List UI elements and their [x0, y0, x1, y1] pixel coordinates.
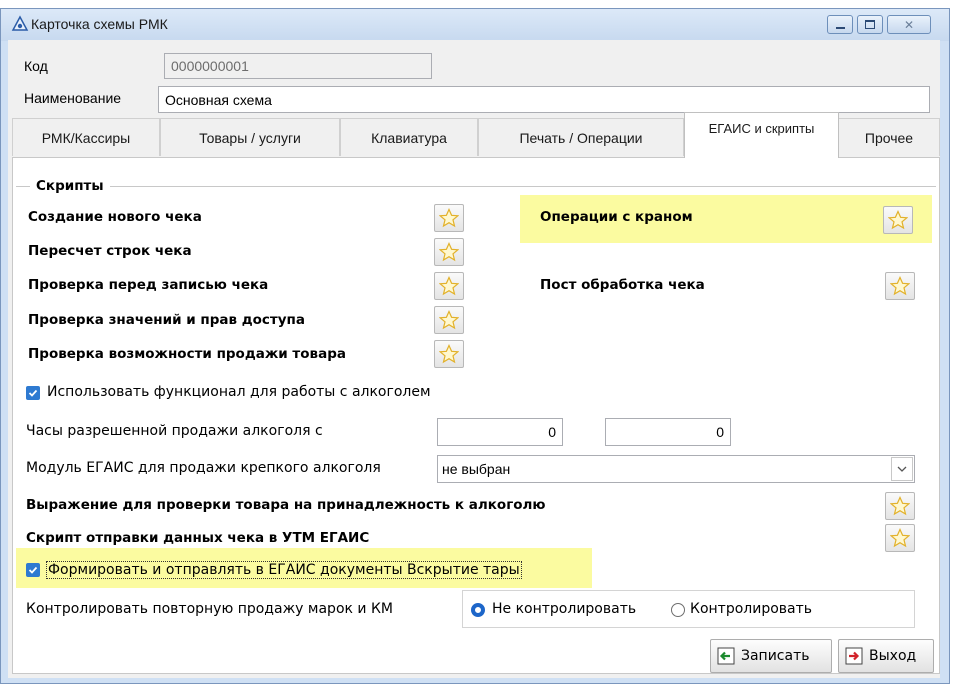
alcohol-hours-from-field[interactable]: 0 [437, 418, 563, 446]
script-crane-operations-button[interactable] [883, 206, 913, 234]
window-title: Карточка схемы РМК [31, 16, 168, 32]
radio-no-control[interactable] [471, 603, 485, 617]
tab-egais-scripts[interactable]: ЕГАИС и скрипты [684, 112, 839, 158]
tab-other[interactable]: Прочее [838, 118, 940, 156]
egais-module-select[interactable]: не выбран [437, 455, 915, 483]
alcohol-expression-label: Выражение для проверки товара на принадл… [26, 497, 546, 513]
use-alcohol-label[interactable]: Использовать функционал для работы с алк… [47, 384, 431, 400]
utm-send-script-button[interactable] [885, 524, 915, 552]
name-label: Наименование [24, 90, 122, 106]
script-new-receipt-label: Создание нового чека [28, 209, 202, 225]
close-icon: ✕ [903, 17, 915, 32]
use-alcohol-checkbox[interactable] [26, 386, 40, 400]
star-icon [890, 496, 910, 516]
script-recalc-rows-label: Пересчет строк чека [28, 243, 192, 259]
name-field[interactable]: Основная схема [158, 86, 930, 113]
tab-print-operations[interactable]: Печать / Операции [478, 118, 684, 156]
chevron-down-icon [897, 466, 907, 472]
script-new-receipt-button[interactable] [434, 204, 464, 232]
radio-control[interactable] [671, 603, 685, 617]
script-check-sale-button[interactable] [434, 340, 464, 368]
save-button-label: Записать [741, 648, 810, 664]
script-check-before-save-button[interactable] [434, 272, 464, 300]
check-icon [28, 566, 38, 574]
utm-send-script-label: Скрипт отправки данных чека в УТМ ЕГАИС [26, 530, 370, 546]
tab-label: Печать / Операции [519, 129, 643, 146]
star-icon [890, 528, 910, 548]
alcohol-hours-label: Часы разрешенной продажи алкоголя с [26, 423, 323, 439]
script-recalc-rows-button[interactable] [434, 238, 464, 266]
tab-label: РМК/Кассиры [41, 129, 131, 146]
code-field[interactable]: 0000000001 [164, 53, 432, 79]
tab-label: Товары / услуги [199, 129, 301, 146]
exit-button[interactable]: Выход [838, 639, 934, 673]
star-icon [439, 310, 459, 330]
save-icon [717, 647, 735, 665]
tab-label: Прочее [864, 129, 914, 146]
group-divider [16, 186, 936, 187]
maximize-icon [865, 20, 875, 29]
star-icon [439, 242, 459, 262]
exit-button-label: Выход [869, 648, 917, 664]
control-marks-label: Контролировать повторную продажу марок и… [26, 601, 393, 617]
app-icon [11, 15, 29, 31]
maximize-button[interactable] [857, 15, 883, 34]
code-label: Код [24, 58, 48, 74]
alcohol-hours-to-field[interactable]: 0 [605, 418, 731, 446]
form-documents-label[interactable]: Формировать и отправлять в ЕГАИС докумен… [46, 561, 522, 579]
radio-no-control-label[interactable]: Не контролировать [492, 601, 636, 617]
tab-keyboard[interactable]: Клавиатура [340, 118, 478, 156]
tab-label: Клавиатура [371, 129, 447, 146]
close-button[interactable]: ✕ [887, 15, 931, 34]
minimize-icon [835, 26, 845, 29]
save-button[interactable]: Записать [710, 639, 832, 673]
exit-icon [845, 647, 863, 665]
tab-label: ЕГАИС и скрипты [708, 121, 815, 136]
script-check-before-save-label: Проверка перед записью чека [28, 277, 269, 293]
script-crane-operations-label: Операции с краном [540, 209, 693, 225]
star-icon [439, 344, 459, 364]
script-post-processing-label: Пост обработка чека [540, 277, 705, 293]
minimize-button[interactable] [827, 15, 853, 34]
script-check-access-label: Проверка значений и прав доступа [28, 312, 305, 328]
alcohol-expression-button[interactable] [885, 492, 915, 520]
star-icon [888, 210, 908, 230]
form-documents-checkbox[interactable] [26, 563, 40, 577]
script-check-access-button[interactable] [434, 306, 464, 334]
script-post-processing-button[interactable] [885, 272, 915, 300]
egais-module-value: не выбран [442, 461, 511, 477]
tab-rmk-cashiers[interactable]: РМК/Кассиры [12, 118, 160, 156]
egais-module-label: Модуль ЕГАИС для продажи крепкого алкого… [26, 460, 381, 476]
title-bar[interactable]: Карточка схемы РМК ✕ [1, 9, 949, 41]
tab-goods-services[interactable]: Товары / услуги [160, 118, 340, 156]
check-icon [28, 389, 38, 397]
star-icon [439, 208, 459, 228]
script-check-sale-label: Проверка возможности продажи товара [28, 346, 346, 362]
egais-module-dropdown-button[interactable] [891, 457, 913, 481]
star-icon [439, 276, 459, 296]
radio-control-label[interactable]: Контролировать [690, 601, 812, 617]
star-icon [890, 276, 910, 296]
scripts-group-title: Скрипты [30, 178, 110, 194]
